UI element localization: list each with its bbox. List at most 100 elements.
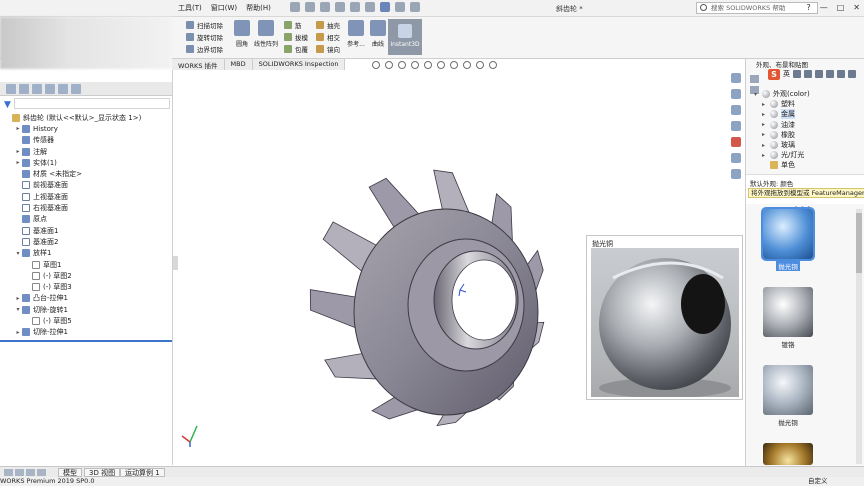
appearances-scenes-icon[interactable] [731, 137, 741, 147]
tab-addins[interactable]: WORKS 插件 [172, 59, 225, 70]
edit-appearance-icon[interactable] [463, 61, 471, 69]
close-button[interactable]: ✕ [853, 3, 860, 12]
tree-item[interactable]: (-) 草图5 [0, 315, 172, 326]
expand-toggle-icon[interactable]: ▸ [762, 101, 770, 108]
swatch-scrollbar[interactable] [856, 209, 862, 464]
custom-units[interactable]: 自定义 [808, 477, 828, 486]
view-settings-icon[interactable] [489, 61, 497, 69]
ime-punct-icon[interactable] [793, 70, 801, 78]
ime-voice-icon[interactable] [815, 70, 823, 78]
tree-item[interactable]: ▾ 切除-旋转1 [0, 304, 172, 315]
zoom-area-icon[interactable] [385, 61, 393, 69]
help-button[interactable]: ? [806, 3, 810, 12]
home-icon[interactable] [290, 2, 300, 12]
previous-view-icon[interactable] [398, 61, 406, 69]
prev-tab-icon[interactable] [15, 469, 24, 476]
minimize-button[interactable]: — [820, 3, 828, 12]
new-file-icon[interactable] [305, 2, 315, 12]
ime-menu-icon[interactable] [848, 70, 856, 78]
help-search-input[interactable]: 搜索 SOLIDWORKS 帮助 [696, 2, 818, 14]
intersect-button[interactable]: 相交 [316, 31, 340, 43]
boundary-cut-button[interactable]: 边界切除 [186, 43, 223, 55]
tree-item[interactable]: 右视基准面 [0, 202, 172, 213]
draft-button[interactable]: 拔模 [284, 31, 308, 43]
filter-icon[interactable]: ▼ [4, 100, 11, 110]
expand-toggle-icon[interactable]: ▸ [762, 142, 770, 149]
expand-toggle-icon[interactable]: ▸ [762, 121, 770, 128]
options-icon[interactable] [410, 2, 420, 12]
tree-item[interactable]: ▸ 实体(1) [0, 157, 172, 168]
tree-item[interactable]: ▸ 凸台-拉伸1 [0, 293, 172, 304]
scene-icon[interactable] [476, 61, 484, 69]
appearance-category[interactable]: 单色 [754, 160, 810, 170]
expand-toggle-icon[interactable]: ▸ [14, 329, 22, 336]
tab-inspection[interactable]: SOLIDWORKS Inspection [252, 59, 346, 70]
expand-toggle-icon[interactable]: ▸ [14, 295, 22, 302]
linear-pattern-button[interactable]: 线性阵列 [252, 20, 280, 48]
revolved-cut-button[interactable]: 旋转切除 [186, 31, 223, 43]
tree-item[interactable]: (-) 草图3 [0, 281, 172, 292]
tab-mbd[interactable]: MBD [224, 59, 253, 70]
maximize-button[interactable]: □ [837, 3, 845, 12]
expand-toggle-icon[interactable]: ▸ [762, 111, 770, 118]
ime-emoji-icon[interactable] [804, 70, 812, 78]
wrap-button[interactable]: 包覆 [284, 43, 308, 55]
forum-icon[interactable] [731, 169, 741, 179]
ime-mode[interactable]: 英 [783, 69, 790, 79]
swatch-chrome[interactable]: 镀铬 [760, 287, 816, 349]
tree-item[interactable]: 上视基准面 [0, 191, 172, 202]
hide-show-icon[interactable] [450, 61, 458, 69]
appearance-category[interactable]: ▸ 橡胶 [754, 130, 810, 140]
feature-manager-tab-icon[interactable] [6, 84, 16, 94]
swatch-gold[interactable] [760, 443, 816, 467]
expand-toggle-icon[interactable]: ▸ [762, 131, 770, 138]
undo-icon[interactable] [365, 2, 375, 12]
custom-properties-icon[interactable] [731, 153, 741, 163]
appearance-category[interactable]: ▾ 外观(color) [754, 89, 810, 99]
print-icon[interactable] [350, 2, 360, 12]
rib-button[interactable]: 筋 [284, 19, 308, 31]
menu-window[interactable]: 窗口(W) [211, 3, 237, 13]
scrollbar-thumb[interactable] [856, 213, 862, 273]
appearance-category[interactable]: ▸ 玻璃 [754, 140, 810, 150]
display-style-icon[interactable] [437, 61, 445, 69]
tree-item[interactable]: 材质 <未指定> [0, 168, 172, 179]
view-orientation-icon[interactable] [424, 61, 432, 69]
ime-keyboard-icon[interactable] [826, 70, 834, 78]
expand-tabs-icon[interactable] [71, 84, 81, 94]
tree-item[interactable]: ▸ 切除-拉伸1 [0, 327, 172, 338]
next-tab-icon[interactable] [26, 469, 35, 476]
shell-button[interactable]: 抽壳 [316, 19, 340, 31]
instant3d-button[interactable]: Instant3D [388, 19, 422, 55]
tree-item[interactable]: ▸ 注解 [0, 146, 172, 157]
swept-cut-button[interactable]: 扫描切除 [186, 19, 223, 31]
tree-item[interactable]: 前视基准面 [0, 180, 172, 191]
display-manager-tab-icon[interactable] [58, 84, 68, 94]
zoom-to-fit-icon[interactable] [372, 61, 380, 69]
menu-tools[interactable]: 工具(T) [178, 3, 202, 13]
appearance-category[interactable]: ▸ 油漆 [754, 120, 810, 130]
tree-divider[interactable] [0, 340, 172, 342]
tree-filter-input[interactable] [14, 98, 170, 109]
configuration-manager-tab-icon[interactable] [32, 84, 42, 94]
save-icon[interactable] [335, 2, 345, 12]
ime-skin-icon[interactable] [837, 70, 845, 78]
tree-item[interactable]: 传感器 [0, 135, 172, 146]
expand-toggle-icon[interactable]: ▸ [14, 125, 22, 132]
tab-model[interactable]: 模型 [58, 468, 82, 477]
tree-item[interactable]: 基准面2 [0, 236, 172, 247]
select-icon[interactable] [380, 2, 390, 12]
tree-item[interactable]: 斜齿轮 (默认<<默认>_显示状态 1>) [0, 112, 172, 123]
file-explorer-icon[interactable] [731, 105, 741, 115]
last-tab-icon[interactable] [37, 469, 46, 476]
tree-item[interactable]: 基准面1 [0, 225, 172, 236]
first-tab-icon[interactable] [4, 469, 13, 476]
rebuild-icon[interactable] [395, 2, 405, 12]
dimxpert-tab-icon[interactable] [45, 84, 55, 94]
expand-toggle-icon[interactable]: ▾ [754, 91, 762, 98]
expand-toggle-icon[interactable]: ▾ [14, 306, 22, 313]
expand-toggle-icon[interactable]: ▸ [762, 152, 770, 159]
tab-3d-views[interactable]: 3D 视图 [84, 468, 121, 477]
swatch-polished-copper-2[interactable]: 抛光铜 [760, 365, 816, 427]
open-file-icon[interactable] [320, 2, 330, 12]
